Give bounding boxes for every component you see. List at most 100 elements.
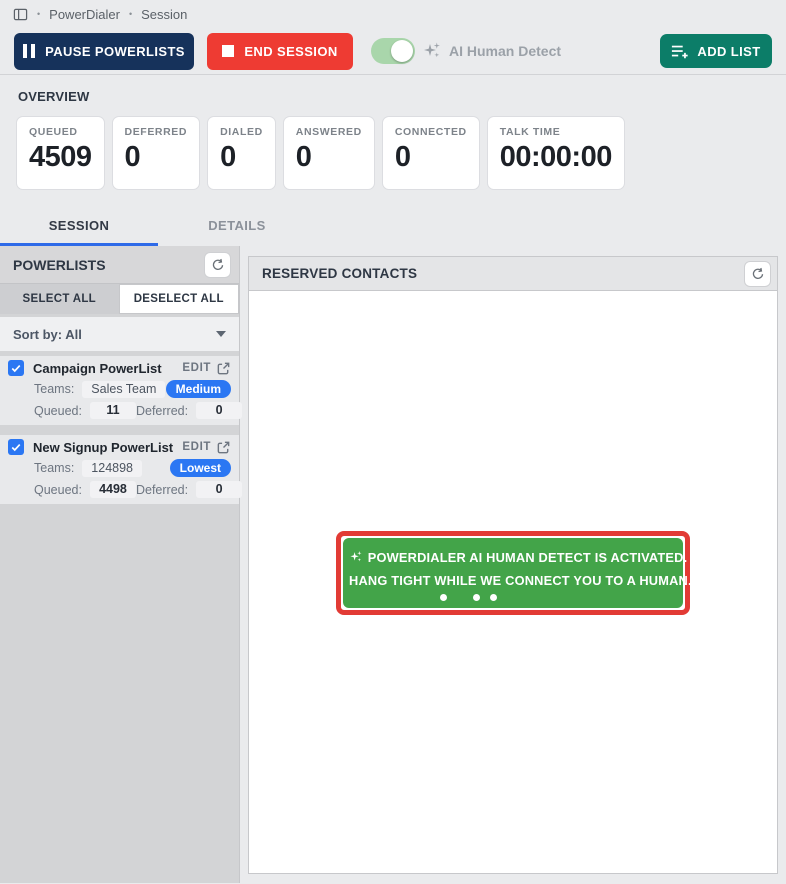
stat-card-dialed: DIALED 0 bbox=[207, 116, 276, 190]
tab-session[interactable]: SESSION bbox=[0, 208, 158, 246]
toggle-knob bbox=[391, 40, 413, 62]
powerlist-checkbox[interactable] bbox=[8, 360, 24, 376]
edit-label: EDIT bbox=[182, 441, 211, 453]
queued-label: Queued: bbox=[34, 482, 82, 497]
breadcrumb-separator: • bbox=[128, 9, 133, 19]
add-list-button[interactable]: ADD LIST bbox=[660, 34, 772, 68]
banner-text-line1: POWERDIALER AI HUMAN DETECT IS ACTIVATED… bbox=[367, 550, 688, 565]
stat-label: QUEUED bbox=[29, 126, 78, 138]
check-icon bbox=[11, 443, 21, 451]
reserved-contacts-header: RESERVED CONTACTS bbox=[249, 257, 777, 291]
stat-label: CONNECTED bbox=[394, 126, 467, 138]
stat-card-talk-time: TALK TIME 00:00:00 bbox=[486, 116, 625, 190]
queued-label: Queued: bbox=[34, 403, 82, 418]
teams-value-chip: 124898 bbox=[82, 459, 143, 477]
stat-card-deferred: DEFERRED 0 bbox=[111, 116, 201, 190]
pause-powerlists-button[interactable]: PAUSE POWERLISTS bbox=[14, 32, 194, 70]
deferred-label: Deferred: bbox=[135, 482, 189, 497]
stat-card-connected: CONNECTED 0 bbox=[381, 116, 480, 190]
powerlist-name: New Signup PowerList bbox=[33, 439, 174, 455]
edit-label: EDIT bbox=[182, 362, 211, 374]
tab-bar: SESSION DETAILS bbox=[0, 208, 786, 246]
stat-value: 0 bbox=[220, 141, 236, 173]
select-all-button[interactable]: SELECT ALL bbox=[0, 284, 119, 314]
reserved-contacts-body: POWERDIALER AI HUMAN DETECT IS ACTIVATED… bbox=[249, 291, 777, 873]
powerlist-checkbox[interactable] bbox=[8, 439, 24, 455]
stat-value: 4509 bbox=[29, 141, 92, 173]
powerlist-item-new-signup: New Signup PowerList EDIT Teams: 124898 … bbox=[0, 435, 243, 504]
loading-dot bbox=[472, 594, 480, 601]
add-list-label: ADD LIST bbox=[697, 43, 761, 59]
stat-label: DIALED bbox=[220, 126, 263, 138]
chevron-down-icon bbox=[216, 331, 226, 337]
stat-card-answered: ANSWERED 0 bbox=[282, 116, 375, 190]
banner-text-line2: HANG TIGHT WHILE WE CONNECT YOU TO A HUM… bbox=[349, 573, 692, 588]
toolbar: PAUSE POWERLISTS END SESSION AI Human De… bbox=[0, 28, 786, 74]
pause-powerlists-label: PAUSE POWERLISTS bbox=[45, 43, 185, 59]
powerlists-panel: POWERLISTS SELECT ALL DESELECT ALL Sort … bbox=[0, 246, 243, 883]
breadcrumb: • PowerDialer • Session bbox=[0, 0, 786, 28]
sort-by-dropdown[interactable]: Sort by: All bbox=[0, 317, 239, 351]
stat-label: TALK TIME bbox=[499, 126, 561, 138]
stop-icon bbox=[222, 45, 235, 57]
external-link-icon bbox=[217, 362, 230, 374]
stat-value: 00:00:00 bbox=[499, 141, 613, 173]
powerlists-refresh-button[interactable] bbox=[204, 251, 231, 278]
reserved-contacts-title: RESERVED CONTACTS bbox=[262, 266, 418, 281]
teams-value-chip: Sales Team bbox=[82, 380, 166, 398]
deferred-value-chip: 0 bbox=[196, 481, 243, 498]
select-segmented-control: SELECT ALL DESELECT ALL bbox=[0, 284, 239, 314]
stat-value: 0 bbox=[295, 141, 312, 173]
queued-value-chip: 4498 bbox=[89, 481, 136, 498]
priority-badge: Medium bbox=[165, 380, 231, 398]
sort-by-label: Sort by: All bbox=[13, 326, 82, 342]
powerlist-name: Campaign PowerList bbox=[33, 360, 162, 376]
powerlists-title: POWERLISTS bbox=[13, 256, 106, 273]
end-session-label: END SESSION bbox=[244, 43, 338, 59]
deferred-value-chip: 0 bbox=[196, 402, 243, 419]
deselect-all-button[interactable]: DESELECT ALL bbox=[118, 284, 239, 314]
ai-human-detect-label: AI Human Detect bbox=[449, 43, 562, 59]
stat-label: ANSWERED bbox=[295, 126, 362, 138]
playlist-add-icon bbox=[671, 44, 689, 59]
sparkles-icon bbox=[349, 551, 367, 567]
loading-dot bbox=[489, 594, 497, 601]
pause-icon bbox=[23, 44, 36, 58]
teams-label: Teams: bbox=[34, 461, 75, 475]
stats-row: QUEUED 4509 DEFERRED 0 DIALED 0 ANSWERED… bbox=[16, 116, 770, 190]
overview-section: OVERVIEW QUEUED 4509 DEFERRED 0 DIALED 0… bbox=[0, 75, 786, 208]
end-session-button[interactable]: END SESSION bbox=[207, 32, 353, 70]
teams-label: Teams: bbox=[34, 382, 75, 396]
stat-label: DEFERRED bbox=[124, 126, 188, 138]
refresh-icon bbox=[752, 267, 763, 279]
breadcrumb-separator: • bbox=[37, 9, 41, 19]
tab-details[interactable]: DETAILS bbox=[158, 208, 316, 246]
session-right-area: RESERVED CONTACTS POWERDIALER AI HUMAN D… bbox=[240, 246, 786, 883]
stat-value: 0 bbox=[394, 141, 411, 173]
edit-powerlist-link[interactable]: EDIT bbox=[182, 361, 231, 376]
main-content: POWERLISTS SELECT ALL DESELECT ALL Sort … bbox=[0, 246, 786, 883]
deferred-label: Deferred: bbox=[135, 403, 189, 418]
loading-dot bbox=[439, 594, 447, 601]
reserved-contacts-panel: RESERVED CONTACTS POWERDIALER AI HUMAN D… bbox=[248, 256, 778, 874]
loading-dots bbox=[304, 594, 632, 601]
breadcrumb-item-session[interactable]: Session bbox=[141, 7, 187, 22]
sidebar-toggle-icon[interactable] bbox=[13, 7, 28, 22]
reserved-contacts-refresh-button[interactable] bbox=[744, 260, 771, 287]
queued-value-chip: 11 bbox=[89, 402, 136, 419]
breadcrumb-item-powerdialer[interactable]: PowerDialer bbox=[49, 7, 120, 22]
priority-badge: Lowest bbox=[169, 459, 231, 477]
ai-human-detect-toggle[interactable] bbox=[371, 38, 415, 64]
ai-detect-banner-highlight: POWERDIALER AI HUMAN DETECT IS ACTIVATED… bbox=[336, 531, 692, 615]
edit-powerlist-link[interactable]: EDIT bbox=[182, 440, 231, 455]
stat-value: 0 bbox=[124, 141, 141, 173]
overview-title: OVERVIEW bbox=[18, 89, 90, 104]
ai-detect-banner: POWERDIALER AI HUMAN DETECT IS ACTIVATED… bbox=[343, 538, 692, 608]
sparkles-icon bbox=[422, 41, 442, 61]
refresh-icon bbox=[212, 258, 223, 270]
external-link-icon bbox=[217, 441, 230, 453]
powerlist-item-campaign: Campaign PowerList EDIT Teams: Sales Tea… bbox=[0, 356, 243, 425]
check-icon bbox=[11, 364, 21, 372]
ai-human-detect-group: AI Human Detect bbox=[366, 38, 561, 64]
stat-card-queued: QUEUED 4509 bbox=[16, 116, 105, 190]
